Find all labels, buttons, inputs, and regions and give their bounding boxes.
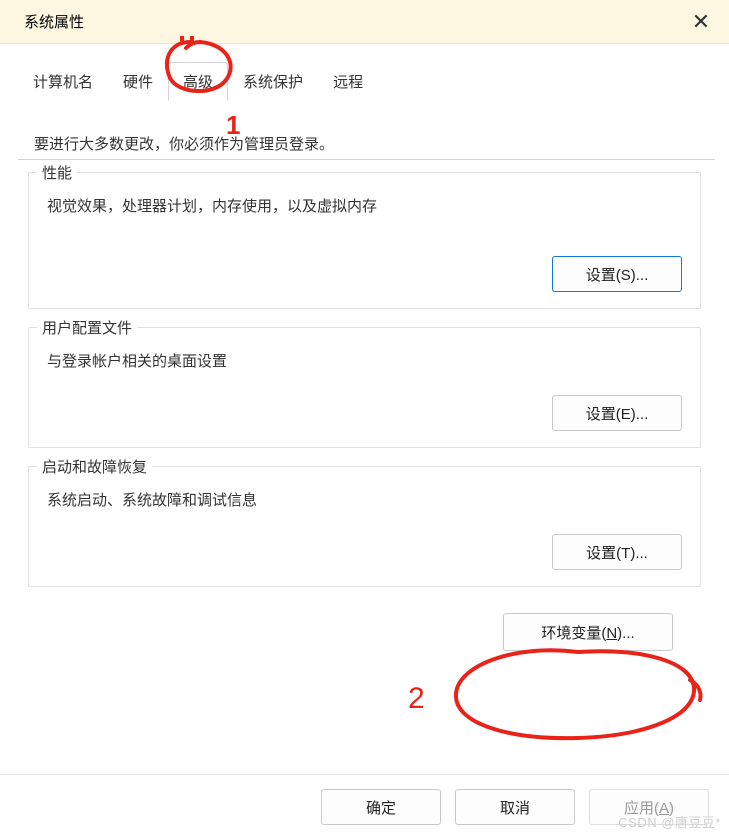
group-performance: 性能 视觉效果，处理器计划，内存使用，以及虚拟内存 设置(S)...: [28, 172, 701, 309]
ok-button[interactable]: 确定: [321, 789, 441, 825]
tab-remote[interactable]: 远程: [318, 62, 378, 101]
titlebar: 系统属性 ✕: [0, 0, 729, 44]
tab-content-advanced: 要进行大多数更改，你必须作为管理员登录。 性能 视觉效果，处理器计划，内存使用，…: [0, 101, 729, 661]
tab-computer-name[interactable]: 计算机名: [18, 62, 108, 101]
watermark: CSDN @唐豆豆*: [618, 812, 721, 831]
group-user-profiles: 用户配置文件 与登录帐户相关的桌面设置 设置(E)...: [28, 327, 701, 448]
performance-settings-button[interactable]: 设置(S)...: [552, 256, 682, 292]
group-user-profiles-desc: 与登录帐户相关的桌面设置: [47, 350, 682, 371]
window-title: 系统属性: [24, 11, 84, 32]
group-performance-title: 性能: [37, 162, 77, 183]
env-btn-prefix: 环境变量(: [541, 625, 606, 642]
group-performance-desc: 视觉效果，处理器计划，内存使用，以及虚拟内存: [47, 195, 682, 216]
env-btn-accel: N: [606, 625, 617, 642]
close-icon[interactable]: ✕: [685, 6, 717, 38]
tab-system-protection[interactable]: 系统保护: [228, 62, 318, 101]
admin-login-note: 要进行大多数更改，你必须作为管理员登录。: [34, 133, 695, 154]
environment-variables-button[interactable]: 环境变量(N)...: [503, 613, 673, 651]
user-profiles-settings-button[interactable]: 设置(E)...: [552, 395, 682, 431]
tab-hardware[interactable]: 硬件: [108, 62, 168, 101]
group-startup-recovery-title: 启动和故障恢复: [37, 456, 152, 477]
cancel-button[interactable]: 取消: [455, 789, 575, 825]
env-btn-suffix: )...: [617, 625, 635, 642]
group-user-profiles-title: 用户配置文件: [37, 317, 137, 338]
annotation-number-2: 2: [408, 682, 425, 716]
tab-advanced[interactable]: 高级: [168, 62, 228, 101]
group-startup-recovery: 启动和故障恢复 系统启动、系统故障和调试信息 设置(T)...: [28, 466, 701, 587]
startup-recovery-settings-button[interactable]: 设置(T)...: [552, 534, 682, 570]
tabs: 计算机名 硬件 高级 系统保护 远程: [18, 62, 729, 101]
group-startup-recovery-desc: 系统启动、系统故障和调试信息: [47, 489, 682, 510]
